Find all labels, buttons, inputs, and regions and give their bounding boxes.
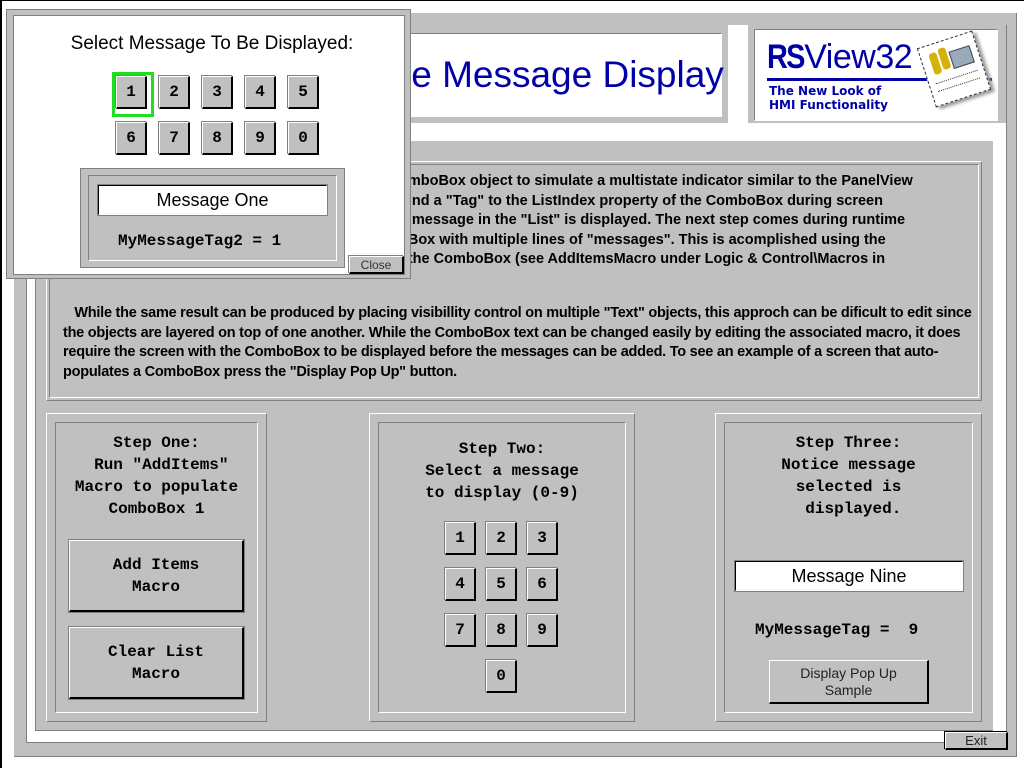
step-two-instructions: Step Two: Select a message to display (0… (425, 440, 579, 502)
logo-brand-rest: View32 (804, 38, 913, 76)
popup-key-0[interactable]: 0 (288, 122, 319, 155)
display-popup-sample-button[interactable]: Display Pop Up Sample (769, 660, 929, 704)
popup-key-1[interactable]: 1 (116, 76, 147, 109)
description-paragraph-1: omboBox object to simulate a multistate … (399, 172, 979, 270)
message-combobox[interactable]: Message Nine (734, 560, 964, 592)
popup-key-5[interactable]: 5 (288, 76, 319, 109)
popup-message-box: Message One MyMessageTag2 = 1 (80, 168, 345, 268)
popup-title: Select Message To Be Displayed: (70, 33, 354, 54)
popup-key-3[interactable]: 3 (202, 76, 233, 109)
exit-button[interactable]: Exit (945, 732, 1008, 750)
popup-key-8[interactable]: 8 (202, 122, 233, 155)
my-message-tag-readout: MyMessageTag = 9 (755, 621, 919, 639)
step-two-panel: Step Two: Select a message to display (0… (369, 413, 635, 722)
logo-tagline: The New Look of HMI Functionality (769, 84, 888, 112)
description-paragraph-2: While the same result can be produced by… (63, 305, 976, 380)
step-one-panel: Step One: Run "AddItems" Macro to popula… (46, 413, 267, 722)
step2-key-9[interactable]: 9 (527, 614, 558, 647)
description-line: f the ComboBox (see AddItemsMacro under … (399, 251, 886, 267)
popup-key-7[interactable]: 7 (159, 122, 190, 155)
step2-key-6[interactable]: 6 (527, 568, 558, 601)
popup-body: Select Message To Be Displayed: 1 2 3 4 … (13, 15, 405, 275)
popup-message-combobox[interactable]: Message One (97, 184, 328, 216)
add-items-macro-button[interactable]: Add Items Macro (68, 539, 245, 613)
my-message-tag2-readout: MyMessageTag2 = 1 (118, 232, 282, 250)
step2-key-8[interactable]: 8 (486, 614, 517, 647)
step2-key-7[interactable]: 7 (445, 614, 476, 647)
description-line: omboBox object to simulate a multistate … (399, 173, 913, 189)
step2-key-3[interactable]: 3 (527, 522, 558, 555)
description-line: bind a "Tag" to the ListIndex property o… (399, 192, 883, 209)
description-line: n message in the "List" is displayed. Th… (399, 212, 906, 228)
step2-key-5[interactable]: 5 (486, 568, 517, 601)
clear-list-macro-button[interactable]: Clear List Macro (68, 626, 245, 700)
logo-tagline-line1: The New Look of (769, 84, 882, 98)
rsview-logo: RSView32 The New Look of HMI Functionali… (754, 29, 998, 121)
popup-close-button[interactable]: Close (349, 256, 404, 274)
step2-key-1[interactable]: 1 (445, 522, 476, 555)
step2-key-4[interactable]: 4 (445, 568, 476, 601)
popup-key-4[interactable]: 4 (245, 76, 276, 109)
step2-key-0[interactable]: 0 (486, 660, 517, 693)
rsview-box-icon (916, 30, 992, 108)
step2-key-2[interactable]: 2 (486, 522, 517, 555)
logo-tagline-line2: HMI Functionality (769, 98, 888, 112)
step-three-instructions: Step Three: Notice message selected is d… (781, 434, 916, 518)
title-box: le Message Display (390, 33, 724, 117)
step-one-instructions: Step One: Run "AddItems" Macro to popula… (74, 434, 239, 518)
description-line: oBox with multiple lines of "messages". … (399, 231, 886, 248)
popup-key-9[interactable]: 9 (245, 122, 276, 155)
logo-wordmark: RSView32 (767, 38, 913, 77)
popup-key-6[interactable]: 6 (116, 122, 147, 155)
message-select-popup: Select Message To Be Displayed: 1 2 3 4 … (6, 9, 411, 279)
hmi-screen: le Message Display RSView32 The New Look… (0, 0, 1024, 768)
popup-key-2[interactable]: 2 (159, 76, 190, 109)
logo-brand-bold: RS (767, 38, 805, 76)
logo-panel: RSView32 The New Look of HMI Functionali… (748, 25, 1006, 123)
title-panel: le Message Display (382, 25, 728, 123)
step-three-panel: Step Three: Notice message selected is d… (715, 413, 982, 722)
